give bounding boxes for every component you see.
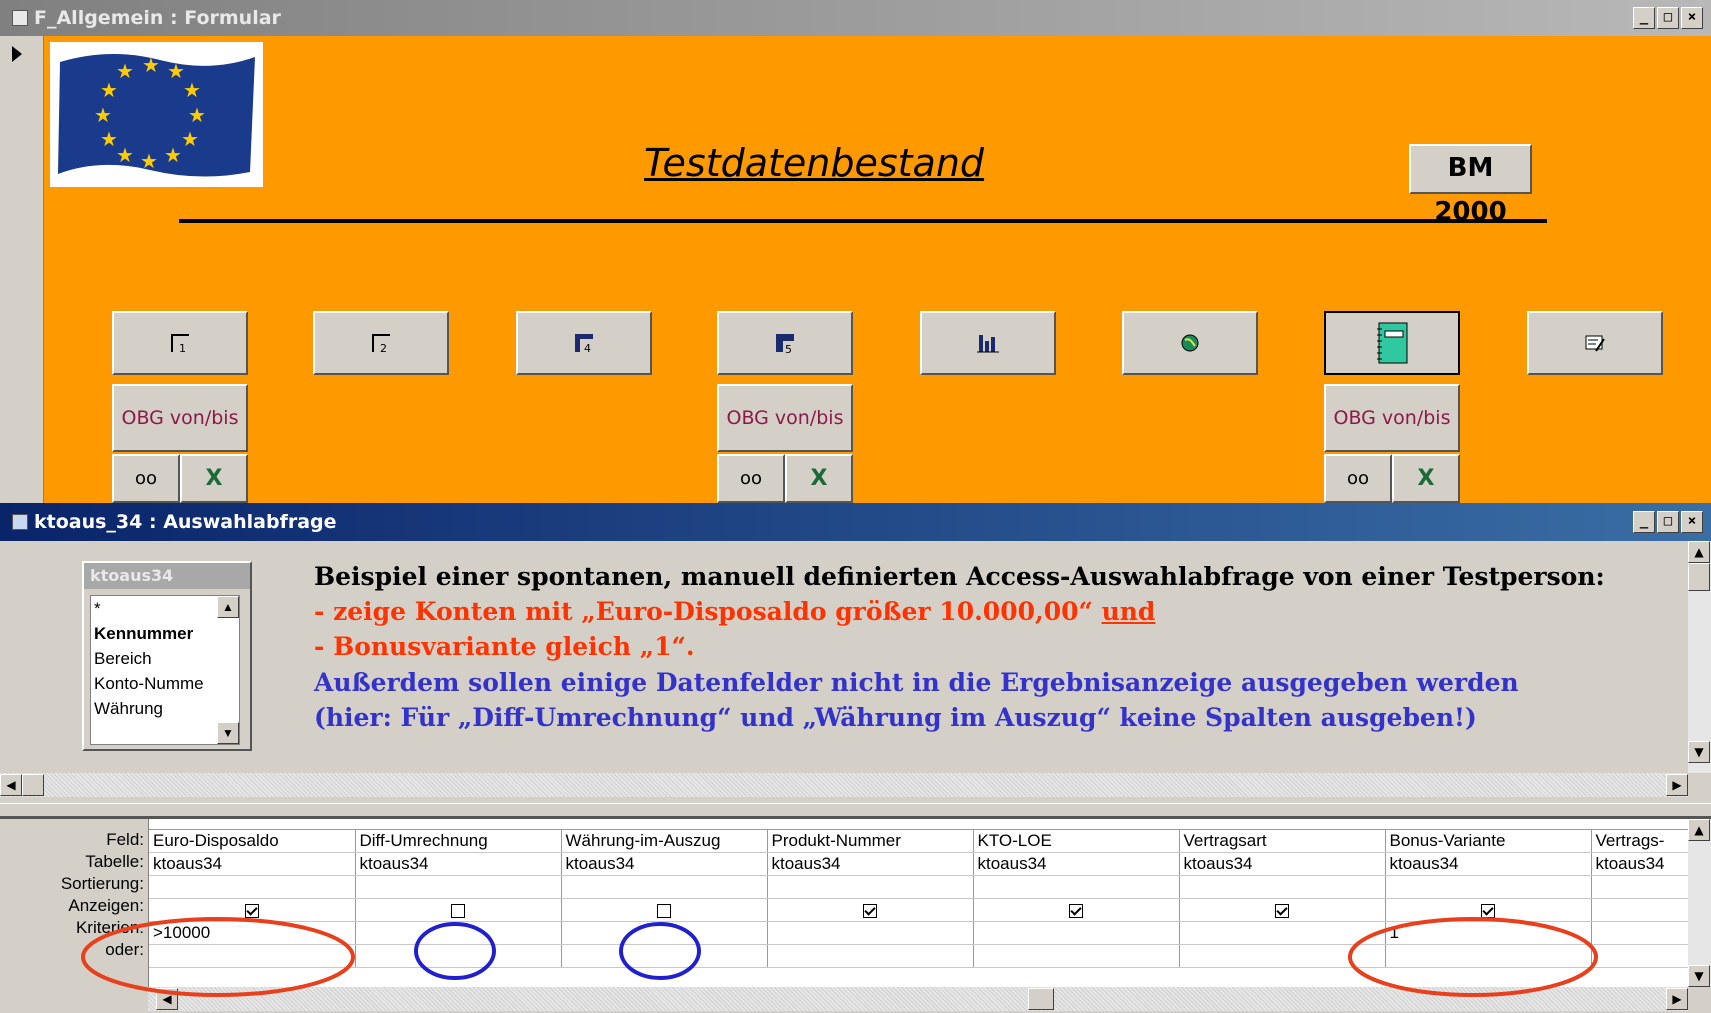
- excel-icon: X: [810, 466, 828, 491]
- page-2-icon: 2: [372, 334, 390, 355]
- svg-text:★: ★: [100, 127, 118, 151]
- excel-button-3[interactable]: X: [1392, 454, 1460, 503]
- page-4-button[interactable]: 4: [516, 311, 652, 375]
- pane-splitter[interactable]: [0, 803, 1711, 819]
- current-record-icon: [12, 46, 22, 62]
- highlight-bonus-variante: [1348, 917, 1598, 997]
- close-icon[interactable]: ×: [1681, 511, 1703, 533]
- glasses-icon: oo: [739, 468, 763, 489]
- field-list: * Kennummer Bereich Konto-Numme Währung …: [90, 595, 240, 745]
- view-button-1[interactable]: oo: [112, 454, 180, 503]
- glasses-icon: oo: [134, 468, 158, 489]
- scroll-right-icon[interactable]: ▶: [1666, 774, 1688, 796]
- notebook-button[interactable]: [1324, 311, 1460, 375]
- form-window-controls: _ □ ×: [1633, 7, 1703, 29]
- annotation-line-2-text: - zeige Konten mit „Euro-Disposaldo größ…: [314, 597, 1102, 626]
- table-pane-hscroll[interactable]: ◀ ▶: [0, 773, 1688, 797]
- svg-text:★: ★: [140, 149, 158, 173]
- annotation-und: und: [1101, 597, 1156, 626]
- table-field-list-title: ktoaus34: [84, 563, 250, 589]
- scroll-down-icon[interactable]: ▼: [217, 722, 239, 744]
- obg-button-1[interactable]: OBG von/bis: [112, 384, 248, 452]
- form-body: ★ ★ ★ ★ ★ ★ ★ ★ ★ ★ ★ ★ Testdatenbestand BM 2000…: [44, 36, 1711, 503]
- bm2000-logo: BM 2000: [1409, 144, 1532, 227]
- query-titlebar: ktoaus_34 : Auswahlabfrage _ □ ×: [0, 503, 1711, 541]
- highlight-overlay: [81, 917, 1598, 997]
- page-1-button[interactable]: 1: [112, 311, 248, 375]
- svg-text:★: ★: [181, 127, 199, 151]
- obg-button-2[interactable]: OBG von/bis: [717, 384, 853, 452]
- query-title: ktoaus_34 : Auswahlabfrage: [34, 511, 337, 533]
- svg-text:★: ★: [94, 103, 112, 127]
- query-window-icon: [12, 514, 28, 530]
- table-pane: ktoaus34 * Kennummer Bereich Konto-Numme…: [0, 541, 1711, 803]
- highlight-diff-umrechnung: [414, 922, 496, 980]
- scroll-left-icon[interactable]: ◀: [0, 774, 22, 796]
- form-heading: Testdatenbestand: [644, 141, 985, 185]
- svg-text:★: ★: [188, 103, 206, 127]
- record-selector[interactable]: [0, 36, 44, 503]
- view-button-3[interactable]: oo: [1324, 454, 1392, 503]
- globe-button[interactable]: [1122, 311, 1258, 375]
- svg-text:★: ★: [116, 59, 134, 83]
- scroll-down-icon[interactable]: ▼: [1688, 741, 1710, 763]
- minimize-icon[interactable]: _: [1633, 511, 1655, 533]
- scroll-thumb[interactable]: [22, 774, 44, 796]
- scroll-up-icon[interactable]: ▲: [217, 596, 239, 618]
- close-icon[interactable]: ×: [1681, 7, 1703, 29]
- page-4-icon: 4: [575, 334, 593, 355]
- annotation-line-4: Außerdem sollen einige Datenfelder nicht…: [314, 668, 1519, 697]
- query-window-controls: _ □ ×: [1633, 511, 1703, 533]
- page-5-button[interactable]: 5: [717, 311, 853, 375]
- page-2-button[interactable]: 2: [313, 311, 449, 375]
- scroll-thumb[interactable]: [1688, 563, 1710, 591]
- design-grid-pane: Feld: Tabelle: Sortierung: Anzeigen: Kri…: [0, 819, 1711, 1013]
- minimize-icon[interactable]: _: [1633, 7, 1655, 29]
- svg-text:★: ★: [116, 143, 134, 167]
- view-button-2[interactable]: oo: [717, 454, 785, 503]
- maximize-icon[interactable]: □: [1657, 7, 1679, 29]
- form-titlebar: F_Allgemein : Formular _ □ ×: [0, 0, 1711, 36]
- obg-button-3[interactable]: OBG von/bis: [1324, 384, 1460, 452]
- page-1-icon: 1: [171, 334, 189, 355]
- eu-flag-logo: ★ ★ ★ ★ ★ ★ ★ ★ ★ ★ ★ ★: [50, 42, 263, 187]
- edit-form-button[interactable]: [1527, 311, 1663, 375]
- annotation-line-1: Beispiel einer spontanen, manuell defini…: [314, 562, 1605, 591]
- page-5-icon: 5: [776, 334, 794, 356]
- glasses-icon: oo: [1346, 468, 1370, 489]
- annotation-line-3: - Bonusvariante gleich „1“.: [314, 632, 695, 661]
- bar-chart-icon: [977, 335, 999, 353]
- chart-button[interactable]: [920, 311, 1056, 375]
- form-title: F_Allgemein : Formular: [34, 7, 281, 29]
- scroll-up-icon[interactable]: ▲: [1688, 541, 1710, 563]
- globe-icon: [1181, 334, 1199, 352]
- svg-text:★: ★: [164, 143, 182, 167]
- svg-text:★: ★: [142, 53, 160, 77]
- form-window-icon: [12, 10, 28, 26]
- heading-rule: [179, 219, 1547, 223]
- annotation-line-5: (hier: Für „Diff-Umrechnung“ und „Währun…: [314, 703, 1477, 732]
- excel-icon: X: [1417, 466, 1435, 491]
- highlight-euro-disposaldo: [81, 917, 355, 997]
- maximize-icon[interactable]: □: [1657, 511, 1679, 533]
- annotation-line-2: - zeige Konten mit „Euro-Disposaldo größ…: [314, 594, 1614, 629]
- table-field-list[interactable]: ktoaus34 * Kennummer Bereich Konto-Numme…: [82, 561, 252, 751]
- excel-icon: X: [205, 466, 223, 491]
- table-pane-vscroll[interactable]: ▲ ▼: [1688, 541, 1711, 773]
- highlight-waehrung: [619, 922, 701, 980]
- svg-text:★: ★: [183, 78, 201, 102]
- field-list-scrollbar[interactable]: ▲ ▼: [217, 596, 239, 744]
- notebook-icon: [1377, 322, 1408, 364]
- excel-button-1[interactable]: X: [180, 454, 248, 503]
- edit-form-icon: [1585, 335, 1605, 352]
- excel-button-2[interactable]: X: [785, 454, 853, 503]
